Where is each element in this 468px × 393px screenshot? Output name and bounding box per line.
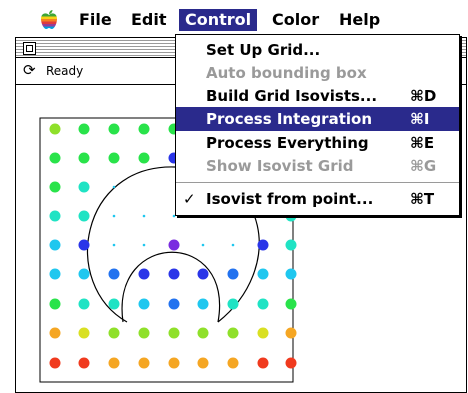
grid-point [108,268,120,280]
menu-bar: File Edit Control Color Help [0,0,468,36]
grid-point [49,298,61,310]
grid-point [142,243,146,247]
grid-point [78,239,90,251]
menu-item-label: Build Grid Isovists... [206,87,378,105]
menu-item-label: Process Integration [206,110,372,128]
menu-item-process-everything[interactable]: Process Everything ⌘E [176,131,459,155]
grid-point [227,327,239,339]
menu-item-build-grid-isovists[interactable]: Build Grid Isovists... ⌘D [176,84,459,108]
menu-item-auto-bounding-box: Auto bounding box [176,61,459,85]
grid-point [201,243,205,247]
grid-point [227,357,239,369]
grid-point [108,357,120,369]
grid-point [197,298,209,310]
grid-point [257,239,269,251]
inner-arch [121,251,221,323]
cycle-arrows-icon: ⟳ [23,61,36,79]
grid-point [78,327,90,339]
grid-point [138,123,150,135]
control-menu-dropdown: Set Up Grid... Auto bounding box Build G… [175,34,460,216]
grid-point [78,152,90,164]
menu-item-label: Auto bounding box [206,64,367,82]
menu-item-label: Process Everything [206,134,369,152]
menu-file[interactable]: File [79,9,112,31]
grid-point [108,152,120,164]
menu-item-shortcut: ⌘G [410,157,437,175]
grid-point [197,357,209,369]
grid-point [168,327,180,339]
grid-point [49,327,61,339]
grid-point [257,298,269,310]
grid-point [108,298,120,310]
grid-point [138,357,150,369]
grid-point [142,214,146,218]
grid-point [197,327,209,339]
grid-point [78,123,90,135]
grid-point [285,327,297,339]
grid-point [197,268,209,280]
grid-point [227,298,239,310]
grid-point [49,239,61,251]
grid-point [138,268,150,280]
grid-point [108,327,120,339]
menu-item-shortcut: ⌘E [410,134,435,152]
menu-item-shortcut: ⌘T [410,190,435,208]
grid-point [138,327,150,339]
grid-point [138,152,150,164]
grid-point [138,298,150,310]
grid-point [108,123,120,135]
menu-separator [176,182,459,183]
menu-item-show-isovist-grid: Show Isovist Grid ⌘G [176,154,459,178]
grid-point [49,123,61,135]
grid-point [168,298,180,310]
grid-point [49,152,61,164]
grid-point [112,214,116,218]
checkmark-icon: ✓ [183,190,196,208]
menu-item-set-up-grid[interactable]: Set Up Grid... [176,38,459,62]
grid-point [112,185,116,189]
menu-item-process-integration[interactable]: Process Integration ⌘I [176,107,459,131]
grid-point [168,357,180,369]
grid-point [112,243,116,247]
menu-item-label: Isovist from point... [206,190,374,208]
menu-item-isovist-from-point[interactable]: ✓ Isovist from point... ⌘T [176,187,459,211]
grid-point [257,357,269,369]
grid-point [49,268,61,280]
menu-item-label: Set Up Grid... [206,41,321,59]
grid-point [231,243,235,247]
menu-control[interactable]: Control [179,9,258,31]
grid-point [78,357,90,369]
grid-point [168,268,180,280]
grid-point [168,239,180,251]
status-text: Ready [46,64,84,78]
grid-point [285,239,297,251]
menu-color[interactable]: Color [272,9,319,31]
grid-point [49,357,61,369]
grid-point [49,181,61,193]
grid-point [49,210,61,222]
grid-point [285,268,297,280]
grid-point [78,298,90,310]
grid-point [285,298,297,310]
grid-point [285,357,297,369]
menu-item-label: Show Isovist Grid [206,157,354,175]
menu-item-shortcut: ⌘D [410,87,437,105]
grid-point [257,327,269,339]
grid-point [227,268,239,280]
grid-point [78,268,90,280]
menu-help[interactable]: Help [339,9,380,31]
apple-logo-icon[interactable] [38,9,60,31]
grid-point [78,181,90,193]
menu-item-shortcut: ⌘I [410,110,430,128]
grid-point [257,268,269,280]
menu-edit[interactable]: Edit [131,9,167,31]
close-box-icon[interactable] [23,42,36,55]
grid-point [78,210,90,222]
